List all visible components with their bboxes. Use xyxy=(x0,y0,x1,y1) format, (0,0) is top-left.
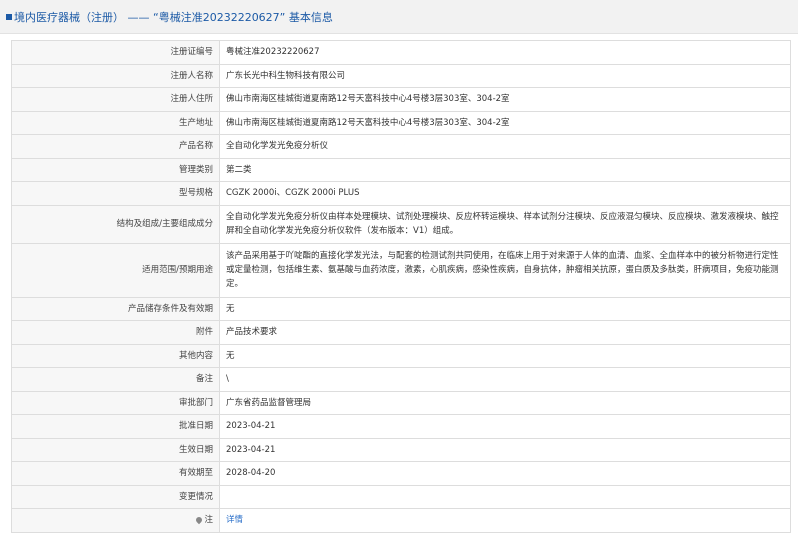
row-value: 无 xyxy=(219,343,791,368)
row-value: CGZK 2000i、CGZK 2000i PLUS xyxy=(219,181,791,206)
row-label: 审批部门 xyxy=(11,390,220,415)
table-row: 注册证编号 粤械注准20232220627 xyxy=(11,40,791,65)
row-value: 2023-04-21 xyxy=(219,437,791,462)
row-label: 其他内容 xyxy=(11,343,220,368)
title-cert-number: “粤械注准20232220627” xyxy=(153,10,286,24)
row-value: 广东长光中科生物科技有限公司 xyxy=(219,63,791,88)
row-value: 2028-04-20 xyxy=(219,461,791,486)
row-value: \ xyxy=(219,367,791,392)
row-label: 生产地址 xyxy=(11,110,220,135)
table-row: 产品名称 全自动化学发光免疫分析仪 xyxy=(11,134,791,159)
row-value: 全自动化学发光免疫分析仪由样本处理模块、试剂处理模块、反应杯转运模块、样本试剂分… xyxy=(219,204,791,244)
table-row: 有效期至 2028-04-20 xyxy=(11,461,791,486)
row-value xyxy=(219,484,791,509)
row-value: 佛山市南海区桂城街道夏南路12号天富科技中心4号楼3层303室、304-2室 xyxy=(219,87,791,112)
note-value-cell: 详情 xyxy=(219,508,791,533)
table-row: 变更情况 xyxy=(11,484,791,509)
row-label: 产品储存条件及有效期 xyxy=(11,296,220,321)
note-label-cell: 注 xyxy=(11,508,220,533)
row-label: 附件 xyxy=(11,320,220,345)
row-label: 注册证编号 xyxy=(11,40,220,65)
row-label: 注册人名称 xyxy=(11,63,220,88)
info-table: 注册证编号 粤械注准20232220627 注册人名称 广东长光中科生物科技有限公司注… xyxy=(11,40,791,533)
row-value: 无 xyxy=(219,296,791,321)
table-row: 注册人住所 佛山市南海区桂城街道夏南路12号天富科技中心4号楼3层303室、304… xyxy=(11,87,791,112)
table-row: 结构及组成/主要组成成分 全自动化学发光免疫分析仪由样本处理模块、试剂处理模块、反… xyxy=(11,204,791,244)
row-label: 有效期至 xyxy=(11,461,220,486)
row-value: 全自动化学发光免疫分析仪 xyxy=(219,134,791,159)
row-value: 产品技术要求 xyxy=(219,320,791,345)
table-row: 适用范围/预期用途 该产品采用基于吖啶酯的直接化学发光法，与配套的检测试剂共同使用… xyxy=(11,242,791,298)
table-row: 型号规格 CGZK 2000i、CGZK 2000i PLUS xyxy=(11,181,791,206)
table-row: 管理类别 第二类 xyxy=(11,157,791,182)
table-row: 备注 \ xyxy=(11,367,791,392)
row-label: 适用范围/预期用途 xyxy=(11,242,220,298)
page-header: 境内医疗器械（注册） —— “粤械注准20232220627” 基本信息 xyxy=(0,0,798,34)
row-label: 备注 xyxy=(11,367,220,392)
location-pin-icon xyxy=(195,515,204,524)
table-row: 产品储存条件及有效期无 xyxy=(11,296,791,321)
row-value: 粤械注准20232220627 xyxy=(219,40,791,65)
row-label: 管理类别 xyxy=(11,157,220,182)
title-category: 境内医疗器械（注册） xyxy=(14,10,124,24)
table-row: 审批部门 广东省药品监督管理局 xyxy=(11,390,791,415)
row-label: 变更情况 xyxy=(11,484,220,509)
row-label: 注册人住所 xyxy=(11,87,220,112)
row-label: 生效日期 xyxy=(11,437,220,462)
table-row: 生效日期 2023-04-21 xyxy=(11,437,791,462)
row-value: 2023-04-21 xyxy=(219,414,791,439)
row-label: 批准日期 xyxy=(11,414,220,439)
title-separator: —— xyxy=(127,10,150,24)
row-label: 产品名称 xyxy=(11,134,220,159)
row-value: 该产品采用基于吖啶酯的直接化学发光法，与配套的检测试剂共同使用，在临床上用于对来… xyxy=(219,242,791,298)
row-value: 广东省药品监督管理局 xyxy=(219,390,791,415)
table-row: 生产地址 佛山市南海区桂城街道夏南路12号天富科技中心4号楼3层303室、304-… xyxy=(11,110,791,135)
bullet-icon xyxy=(6,13,12,20)
title-suffix: 基本信息 xyxy=(288,10,333,24)
table-row: 附件 产品技术要求 xyxy=(11,320,791,345)
row-value: 佛山市南海区桂城街道夏南路12号天富科技中心4号楼3层303室、304-2室 xyxy=(219,110,791,135)
row-label: 型号规格 xyxy=(11,181,220,206)
table-row: 其他内容无 xyxy=(11,343,791,368)
row-label: 结构及组成/主要组成成分 xyxy=(11,204,220,244)
note-row: 注详情 xyxy=(11,508,791,533)
row-value: 第二类 xyxy=(219,157,791,182)
table-row: 注册人名称 广东长光中科生物科技有限公司 xyxy=(11,63,791,88)
page-title: 境内医疗器械（注册） —— “粤械注准20232220627” 基本信息 xyxy=(14,9,333,25)
table-row: 批准日期 2023-04-21 xyxy=(11,414,791,439)
